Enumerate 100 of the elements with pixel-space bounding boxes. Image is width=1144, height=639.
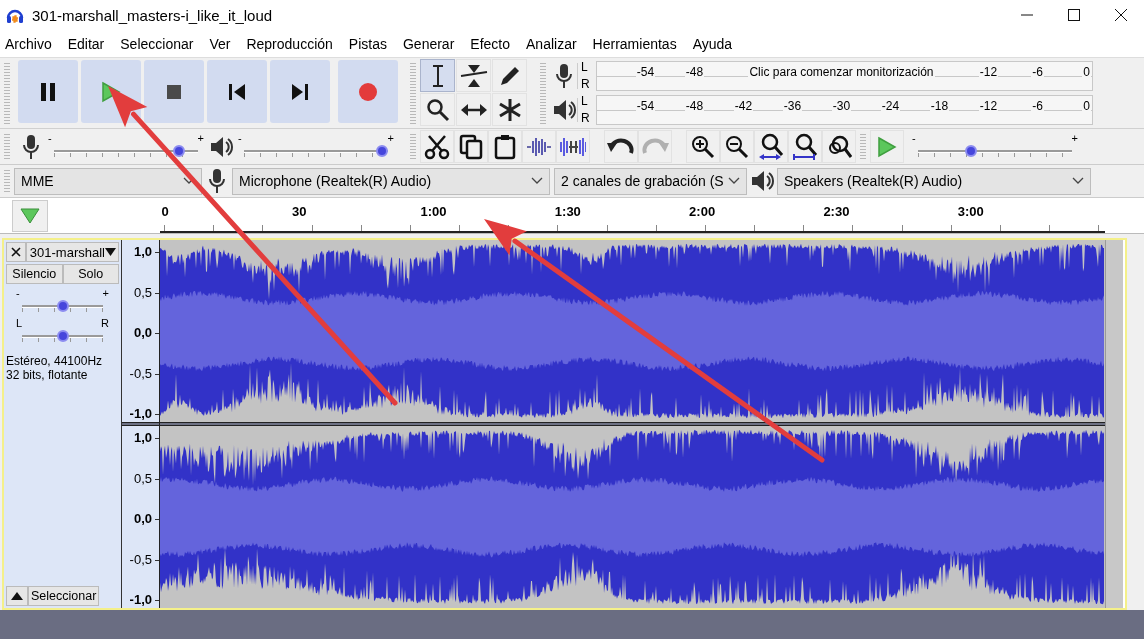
meter-prompt[interactable]: Clic para comenzar monitorización xyxy=(748,66,935,79)
meter-scale-label: -48 xyxy=(684,100,705,113)
trim-audio-button[interactable] xyxy=(522,130,556,163)
chevron-down-icon xyxy=(1072,177,1084,185)
menu-item[interactable]: Ayuda xyxy=(687,36,741,52)
play-at-speed-button[interactable] xyxy=(870,130,904,163)
chevron-down-icon xyxy=(728,177,740,185)
envelope-icon xyxy=(459,62,488,89)
track-name-menu[interactable]: 301-marshall xyxy=(25,242,119,262)
meter-scale-label: -12 xyxy=(978,100,999,113)
skip-to-start-button[interactable] xyxy=(207,60,267,123)
channel-label: R xyxy=(581,112,591,125)
mute-button[interactable]: Silencio xyxy=(6,264,63,284)
speaker-icon xyxy=(750,169,774,193)
pause-button[interactable] xyxy=(18,60,78,123)
time-label: 1:30 xyxy=(554,204,581,219)
playback-speed-thumb[interactable] xyxy=(964,144,977,157)
slider-max-label: + xyxy=(1071,132,1078,144)
zoom-in-button[interactable] xyxy=(686,130,720,163)
playback-volume-thumb[interactable] xyxy=(376,144,388,157)
meter-scale-label: -18 xyxy=(929,100,950,113)
zoom-out-button[interactable] xyxy=(720,130,754,163)
menu-item[interactable]: Reproducción xyxy=(241,36,341,52)
undo-button[interactable] xyxy=(604,130,638,163)
draw-tool[interactable] xyxy=(492,59,527,92)
microphone-icon xyxy=(22,133,40,160)
gain-slider-thumb[interactable] xyxy=(56,300,69,312)
time-label: 1:00 xyxy=(420,204,447,219)
slider-min-label: - xyxy=(16,288,20,299)
channel-label: L xyxy=(581,95,589,108)
close-icon xyxy=(1114,9,1127,21)
menu-item[interactable]: Generar xyxy=(397,36,463,52)
menu-item[interactable]: Analizar xyxy=(521,36,585,52)
clipboard-icon xyxy=(494,133,516,160)
slider-max-label: + xyxy=(197,132,204,144)
meter-scale-label: -24 xyxy=(880,100,901,113)
menu-item[interactable]: Herramientas xyxy=(587,36,685,52)
slider-min-label: L xyxy=(16,318,23,329)
meter-scale-label: -54 xyxy=(635,100,656,113)
double-arrow-icon xyxy=(459,101,488,118)
solo-button[interactable]: Solo xyxy=(62,264,119,284)
fit-project-button[interactable] xyxy=(788,130,822,163)
time-label: 2:30 xyxy=(823,204,850,219)
recording-channels-dropdown[interactable]: 2 canales de grabación (S xyxy=(554,167,747,195)
meter-scale-label: -30 xyxy=(831,100,852,113)
collapse-button[interactable] xyxy=(6,586,28,606)
menu-item[interactable]: Seleccionar xyxy=(115,36,202,52)
i-beam-icon xyxy=(430,63,445,88)
copy-icon xyxy=(459,133,483,160)
menu-item[interactable]: Editar xyxy=(62,36,113,52)
play-icon xyxy=(877,135,897,158)
cut-button[interactable] xyxy=(420,130,454,163)
time-label: 0 xyxy=(161,204,169,219)
fit-selection-button[interactable] xyxy=(754,130,788,163)
zoom-out-icon xyxy=(725,134,749,159)
meter-scale-label: -6 xyxy=(1031,100,1044,113)
window-title: 301-marshall_masters-i_like_it_loud xyxy=(32,6,274,24)
meter-scale-label: -12 xyxy=(978,66,999,79)
meter-scale-label: 0 xyxy=(1082,100,1091,113)
time-label: 3:00 xyxy=(957,204,984,219)
triangle-down-icon xyxy=(105,248,116,256)
time-label: 30 xyxy=(292,204,307,219)
play-head-button[interactable] xyxy=(12,199,48,232)
zoom-tool[interactable] xyxy=(420,93,455,126)
playback-device-dropdown[interactable]: Speakers (Realtek(R) Audio) xyxy=(777,167,1091,195)
skip-to-end-icon xyxy=(291,82,309,101)
triangle-down-icon xyxy=(20,207,40,224)
zoom-toggle-button[interactable] xyxy=(822,130,856,163)
zoom-fit-selection-icon xyxy=(758,132,784,161)
meter-scale-label: -48 xyxy=(684,66,705,79)
slider-max-label: + xyxy=(387,132,394,144)
asterisk-icon xyxy=(497,97,522,122)
audio-host-dropdown[interactable]: MME xyxy=(14,167,202,195)
menu-item[interactable]: Ver xyxy=(204,36,239,52)
zoom-toggle-icon xyxy=(826,133,852,160)
skip-to-end-button[interactable] xyxy=(270,60,330,123)
close-icon xyxy=(10,247,21,257)
undo-arrow-icon xyxy=(607,136,635,157)
pan-slider-thumb[interactable] xyxy=(56,330,69,342)
paste-button[interactable] xyxy=(488,130,522,163)
maximize-icon xyxy=(1067,9,1080,21)
menu-item[interactable]: Efecto xyxy=(465,36,518,52)
stop-button[interactable] xyxy=(144,60,204,123)
menu-item[interactable]: Pistas xyxy=(343,36,395,52)
menu-item[interactable]: Archivo xyxy=(0,36,60,52)
speaker-icon xyxy=(209,134,233,159)
envelope-tool[interactable] xyxy=(456,59,491,92)
multi-tool[interactable] xyxy=(492,93,527,126)
copy-button[interactable] xyxy=(454,130,488,163)
meter-scale-label: -36 xyxy=(782,100,803,113)
silence-audio-button[interactable] xyxy=(556,130,590,163)
recording-volume-thumb[interactable] xyxy=(172,144,185,157)
channel-label: R xyxy=(581,78,591,91)
time-shift-tool[interactable] xyxy=(456,93,491,126)
record-button[interactable] xyxy=(338,60,398,123)
select-track-button[interactable]: Seleccionar xyxy=(28,586,100,606)
recording-device-dropdown[interactable]: Microphone (Realtek(R) Audio) xyxy=(232,167,550,195)
microphone-icon xyxy=(554,63,573,89)
meter-scale-label: -6 xyxy=(1031,66,1044,79)
selection-tool[interactable] xyxy=(420,59,455,92)
